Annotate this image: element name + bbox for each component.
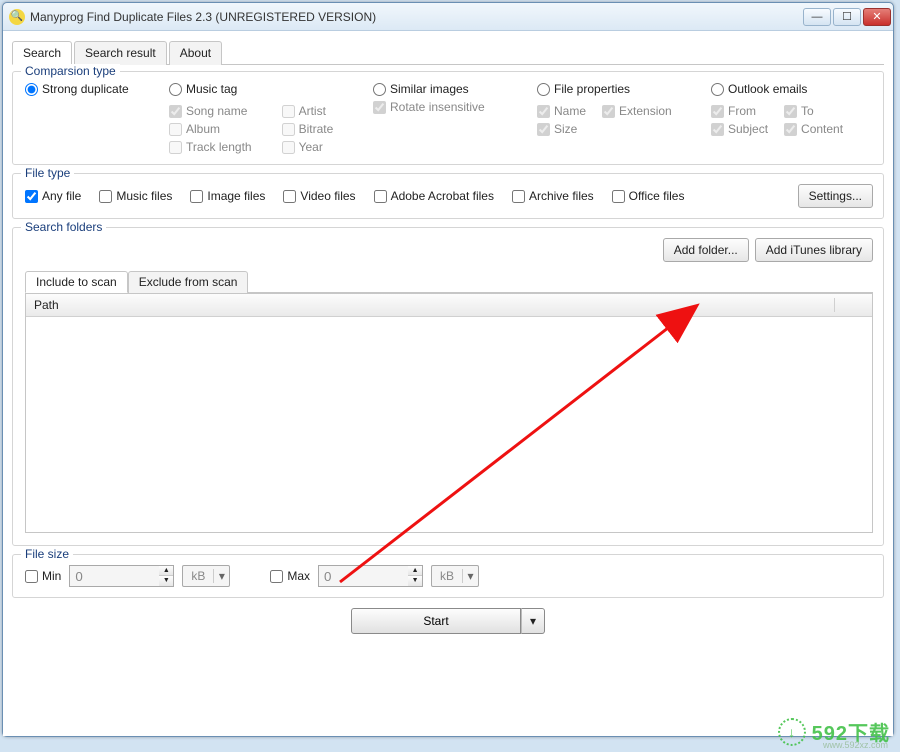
add-itunes-button[interactable]: Add iTunes library bbox=[755, 238, 873, 262]
search-folders-group: Search folders Add folder... Add iTunes … bbox=[12, 227, 884, 546]
folder-list[interactable]: Path bbox=[25, 293, 873, 533]
start-row: Start ▾ bbox=[12, 608, 884, 634]
tab-search[interactable]: Search bbox=[12, 41, 72, 65]
watermark-sub: www.592xz.com bbox=[823, 740, 888, 750]
max-spin[interactable]: ▲▼ bbox=[318, 565, 423, 587]
check-adobe-files[interactable]: Adobe Acrobat files bbox=[374, 189, 494, 203]
max-input[interactable] bbox=[318, 565, 408, 587]
check-any-file[interactable]: Any file bbox=[25, 189, 81, 203]
check-from: From bbox=[711, 104, 768, 118]
comparison-type-group: Comparsion type Strong duplicate Music t… bbox=[12, 71, 884, 165]
app-window: 🔍 Manyprog Find Duplicate Files 2.3 (UNR… bbox=[2, 2, 894, 737]
min-spin[interactable]: ▲▼ bbox=[69, 565, 174, 587]
max-spin-up-icon[interactable]: ▲ bbox=[408, 566, 422, 576]
chevron-down-icon[interactable]: ▾ bbox=[213, 569, 229, 583]
comparison-legend: Comparsion type bbox=[21, 64, 120, 78]
check-subject: Subject bbox=[711, 122, 768, 136]
min-spin-up-icon[interactable]: ▲ bbox=[159, 566, 173, 576]
add-folder-button[interactable]: Add folder... bbox=[663, 238, 749, 262]
check-extension: Extension bbox=[602, 104, 672, 118]
minimize-button[interactable]: — bbox=[803, 8, 831, 26]
radio-outlook-emails[interactable]: Outlook emails bbox=[711, 82, 851, 96]
client-area: Search Search result About Comparsion ty… bbox=[3, 31, 893, 736]
file-size-legend: File size bbox=[21, 547, 73, 561]
file-type-legend: File type bbox=[21, 166, 74, 180]
check-album: Album bbox=[169, 122, 252, 136]
file-size-group: File size Min ▲▼ kB▾ Max ▲▼ kB▾ bbox=[12, 554, 884, 598]
settings-button[interactable]: Settings... bbox=[798, 184, 873, 208]
folder-list-header: Path bbox=[26, 294, 872, 317]
check-track-length: Track length bbox=[169, 140, 252, 154]
watermark-logo-icon: ↓ bbox=[778, 718, 806, 746]
start-dropdown[interactable]: ▾ bbox=[521, 608, 545, 634]
tab-exclude-from-scan[interactable]: Exclude from scan bbox=[128, 271, 249, 293]
search-folders-legend: Search folders bbox=[21, 220, 106, 234]
check-artist: Artist bbox=[282, 104, 334, 118]
tab-include-to-scan[interactable]: Include to scan bbox=[25, 271, 128, 293]
maximize-button[interactable]: ☐ bbox=[833, 8, 861, 26]
check-bitrate: Bitrate bbox=[282, 122, 334, 136]
check-name: Name bbox=[537, 104, 586, 118]
chevron-down-icon[interactable]: ▾ bbox=[462, 569, 478, 583]
max-unit-combo[interactable]: kB▾ bbox=[431, 565, 479, 587]
start-button[interactable]: Start bbox=[351, 608, 521, 634]
path-column-header[interactable]: Path bbox=[34, 298, 834, 312]
check-music-files[interactable]: Music files bbox=[99, 189, 172, 203]
check-office-files[interactable]: Office files bbox=[612, 189, 685, 203]
file-type-group: File type Any file Music files Image fil… bbox=[12, 173, 884, 219]
window-controls: — ☐ ✕ bbox=[803, 8, 891, 26]
window-title: Manyprog Find Duplicate Files 2.3 (UNREG… bbox=[30, 10, 803, 24]
min-input[interactable] bbox=[69, 565, 159, 587]
check-min[interactable]: Min bbox=[25, 569, 61, 583]
check-year: Year bbox=[282, 140, 334, 154]
radio-music-tag[interactable]: Music tag bbox=[169, 82, 349, 96]
check-song-name: Song name bbox=[169, 104, 252, 118]
column-end bbox=[834, 298, 864, 312]
check-max[interactable]: Max bbox=[270, 569, 310, 583]
main-tabstrip: Search Search result About bbox=[12, 40, 884, 65]
check-content: Content bbox=[784, 122, 843, 136]
scan-tabstrip: Include to scan Exclude from scan bbox=[25, 270, 873, 293]
watermark: ↓ 592下载 www.592xz.com bbox=[778, 717, 890, 746]
titlebar: 🔍 Manyprog Find Duplicate Files 2.3 (UNR… bbox=[3, 3, 893, 31]
check-to: To bbox=[784, 104, 843, 118]
close-button[interactable]: ✕ bbox=[863, 8, 891, 26]
check-rotate-insensitive: Rotate insensitive bbox=[373, 100, 513, 114]
min-spin-down-icon[interactable]: ▼ bbox=[159, 576, 173, 586]
app-icon: 🔍 bbox=[9, 9, 25, 25]
radio-strong-duplicate[interactable]: Strong duplicate bbox=[25, 82, 145, 96]
check-archive-files[interactable]: Archive files bbox=[512, 189, 594, 203]
check-image-files[interactable]: Image files bbox=[190, 189, 265, 203]
radio-file-properties[interactable]: File properties bbox=[537, 82, 687, 96]
tab-about[interactable]: About bbox=[169, 41, 222, 65]
max-spin-down-icon[interactable]: ▼ bbox=[408, 576, 422, 586]
check-video-files[interactable]: Video files bbox=[283, 189, 355, 203]
radio-similar-images[interactable]: Similar images bbox=[373, 82, 513, 96]
min-unit-combo[interactable]: kB▾ bbox=[182, 565, 230, 587]
tab-search-result[interactable]: Search result bbox=[74, 41, 167, 65]
check-size: Size bbox=[537, 122, 586, 136]
